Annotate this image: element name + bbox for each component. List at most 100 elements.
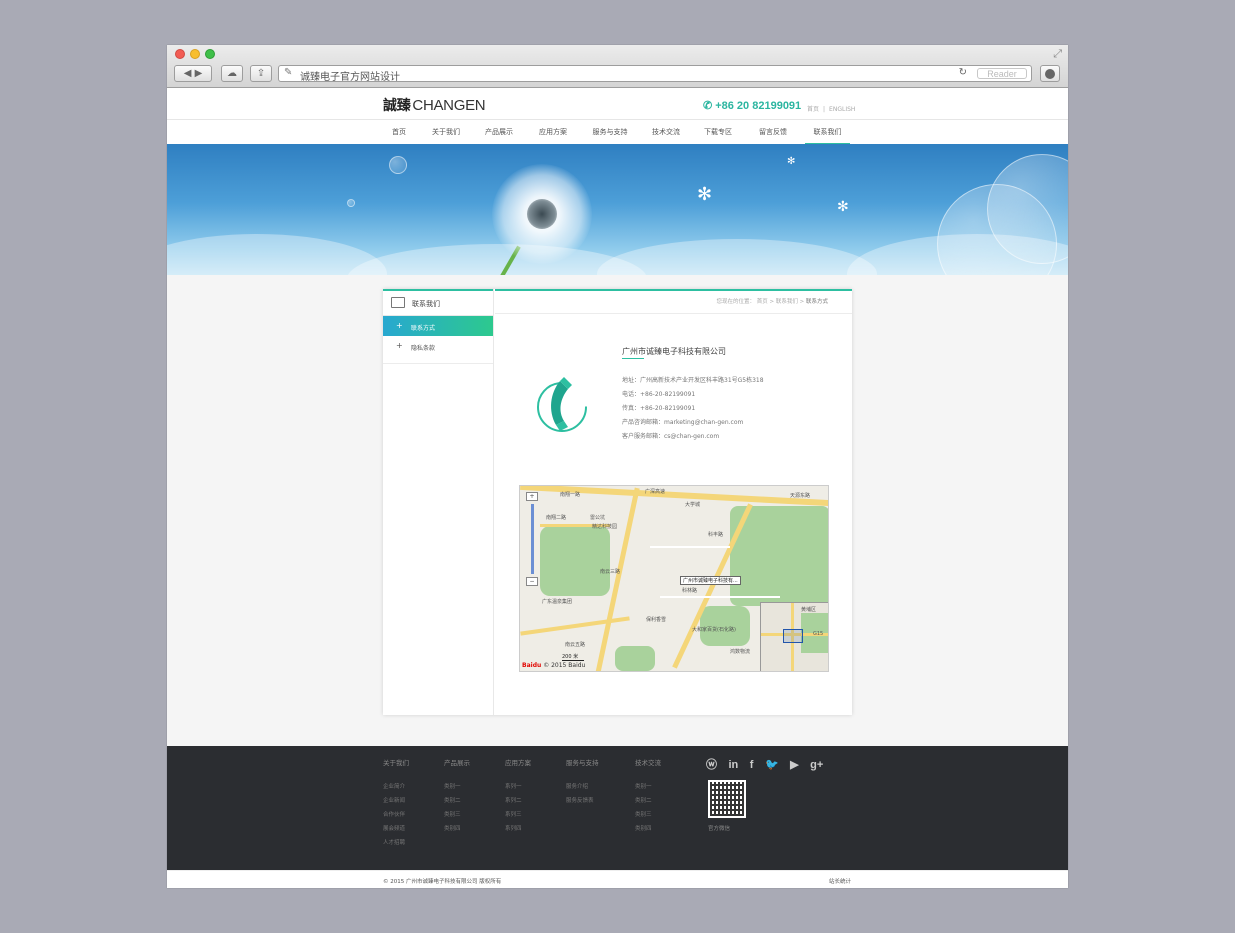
map-scale: 200 米 [562,653,584,661]
sidebar-item-contact-info[interactable]: + 联系方式 [383,316,493,336]
nav-support[interactable]: 服务与支持 [589,120,631,145]
nav-home[interactable]: 首页 [383,120,415,145]
map-poi: 精达科技园 [592,524,618,530]
footer-link[interactable]: 类别三 [635,810,661,824]
youtube-icon[interactable]: ▶ [790,759,798,771]
fullscreen-icon[interactable]: ⤢ [1053,47,1062,61]
footer-link[interactable]: 类别四 [635,824,661,838]
minimap-viewport[interactable] [783,629,803,643]
address-bar[interactable]: ✎ 诚臻电子官方网站设计 ↻ Reader [278,65,1032,83]
footer-link[interactable]: 系列一 [505,782,531,796]
footer-column-support: 服务与支持 服务介绍 服务反馈表 [566,757,599,810]
nav-about[interactable]: 关于我们 [429,120,463,145]
minimap-label: 黄埔区 [801,607,817,613]
social-links: ⓦ in f 🐦 ▶ g+ [706,756,831,772]
park-area [615,646,655,671]
nav-products[interactable]: 产品展示 [481,120,517,145]
footer-link[interactable]: 企业简介 [383,782,409,796]
sales-email-line[interactable]: 产品咨询邮箱：marketing@chan-gen.com [622,417,743,426]
minimize-window-button[interactable] [190,49,200,59]
nav-download[interactable]: 下载专区 [701,120,735,145]
footer-link[interactable]: 类别二 [444,796,470,810]
downloads-button[interactable] [1040,65,1060,82]
reader-button[interactable]: Reader [977,68,1027,79]
site: 誠臻 CHANGEN ✆ +86 20 82199091 首页 | ENGLISH 首页… [167,89,1068,145]
linkedin-icon[interactable]: in [729,759,739,771]
plus-icon: + [396,341,403,350]
baidu-map[interactable]: 广深高速 天源东路 南翔二路 南翔一路 南云三路 科丰路 南云五路 大学城 雷公… [519,485,829,672]
breadcrumb-sep: > [799,299,805,305]
footer-column-solutions: 应用方案 系列一 系列二 系列三 系列四 [505,757,531,838]
company-name: 广州市诚臻电子科技有限公司 [622,347,726,356]
facebook-icon[interactable]: f [750,759,754,771]
footer-link[interactable]: 系列二 [505,796,531,810]
download-icon [1045,69,1055,79]
footer-column-heading[interactable]: 关于我们 [383,757,409,767]
service-email-line[interactable]: 客户服务邮箱：cs@chan-gen.com [622,431,719,440]
divider [495,313,852,314]
wechat-qr-code [708,780,746,818]
back-forward-button[interactable]: ◀ ▶ [174,65,212,82]
minimap-label: G15 [813,631,824,637]
footer-link[interactable]: 人才招聘 [383,838,409,852]
breadcrumb-section[interactable]: 联系我们 [776,299,798,305]
reload-icon[interactable]: ↻ [959,67,967,78]
zoom-in-button[interactable]: + [526,492,538,501]
breadcrumb-home[interactable]: 首页 [757,299,768,305]
stats-link[interactable]: 站长统计 [829,877,851,885]
browser-toolbar: ⤢ ◀ ▶ ☁ ⇪ ✎ 诚臻电子官方网站设计 ↻ Reader [167,45,1068,88]
cloud-shape [597,239,877,275]
map-label: 广深高速 [645,489,666,495]
baidu-logo: Baidu © 2015 Baidu [522,662,585,669]
footer-link[interactable]: 展会频道 [383,824,409,838]
company-marker[interactable]: 广州市诚臻电子科技有... [680,576,741,585]
breadcrumb-current: 联系方式 [805,299,828,305]
footer-link[interactable]: 类别一 [635,782,661,796]
footer-link[interactable]: 服务反馈表 [566,796,599,810]
googleplus-icon[interactable]: g+ [810,759,823,771]
site-logo[interactable]: 誠臻 CHANGEN [383,95,486,115]
footer-link[interactable]: 服务介绍 [566,782,599,796]
footer-link[interactable]: 系列四 [505,824,531,838]
map-label: 南云五路 [565,642,586,648]
footer-link[interactable]: 类别一 [444,782,470,796]
zoom-out-button[interactable]: − [526,577,538,586]
fax-line: 传真：+86-20-82199091 [622,405,696,412]
footer-link[interactable]: 类别四 [444,824,470,838]
footer-link[interactable]: 类别三 [444,810,470,824]
lang-en-link[interactable]: ENGLISH [829,106,855,113]
address-text[interactable]: 诚臻电子官方网站设计 [300,68,400,83]
twitter-icon[interactable]: 🐦 [765,759,779,771]
weibo-icon[interactable]: ⓦ [706,759,717,771]
footer-link[interactable]: 类别二 [635,796,661,810]
qr-label: 官方微信 [708,826,731,832]
footer-column-heading[interactable]: 产品展示 [444,757,470,767]
logo-cn: 誠臻 [383,98,411,114]
nav-solutions[interactable]: 应用方案 [535,120,571,145]
nav-feedback[interactable]: 留言反馈 [753,120,793,145]
footer-link[interactable]: 系列三 [505,810,531,824]
sidebar-header: 联系我们 [383,289,493,316]
nav-tech[interactable]: 技术交流 [649,120,683,145]
lang-separator: | [823,106,826,113]
zoom-window-button[interactable] [205,49,215,59]
zoom-slider[interactable] [530,504,534,574]
footer-column-heading[interactable]: 技术交流 [635,757,661,767]
footer-column-heading[interactable]: 应用方案 [505,757,531,767]
copyright-text: © 2015 广州市诚臻电子科技有限公司 版权所有 [383,879,502,885]
share-icon[interactable]: ⇪ [250,65,272,82]
map-zoom-control[interactable]: + − [526,492,538,600]
sidebar: 联系我们 + 联系方式 + 隐私条款 [383,289,494,715]
lang-cn-link[interactable]: 首页 [807,106,819,113]
nav-contact[interactable]: 联系我们 [805,120,850,145]
overview-minimap[interactable]: 黄埔区 G15 [760,602,828,671]
close-window-button[interactable] [175,49,185,59]
map-poi: 雷公坑 [590,515,606,521]
icloud-tabs-icon[interactable]: ☁ [221,65,243,82]
footer-column-heading[interactable]: 服务与支持 [566,757,599,767]
header-phone: ✆ +86 20 82199091 [703,99,801,112]
footer-link[interactable]: 企业新闻 [383,796,409,810]
contact-card: 联系我们 + 联系方式 + 隐私条款 您现在的位置： 首页 > 联系我们 > 联… [383,289,852,715]
sidebar-item-privacy[interactable]: + 隐私条款 [383,336,493,356]
footer-link[interactable]: 合作伙伴 [383,810,409,824]
